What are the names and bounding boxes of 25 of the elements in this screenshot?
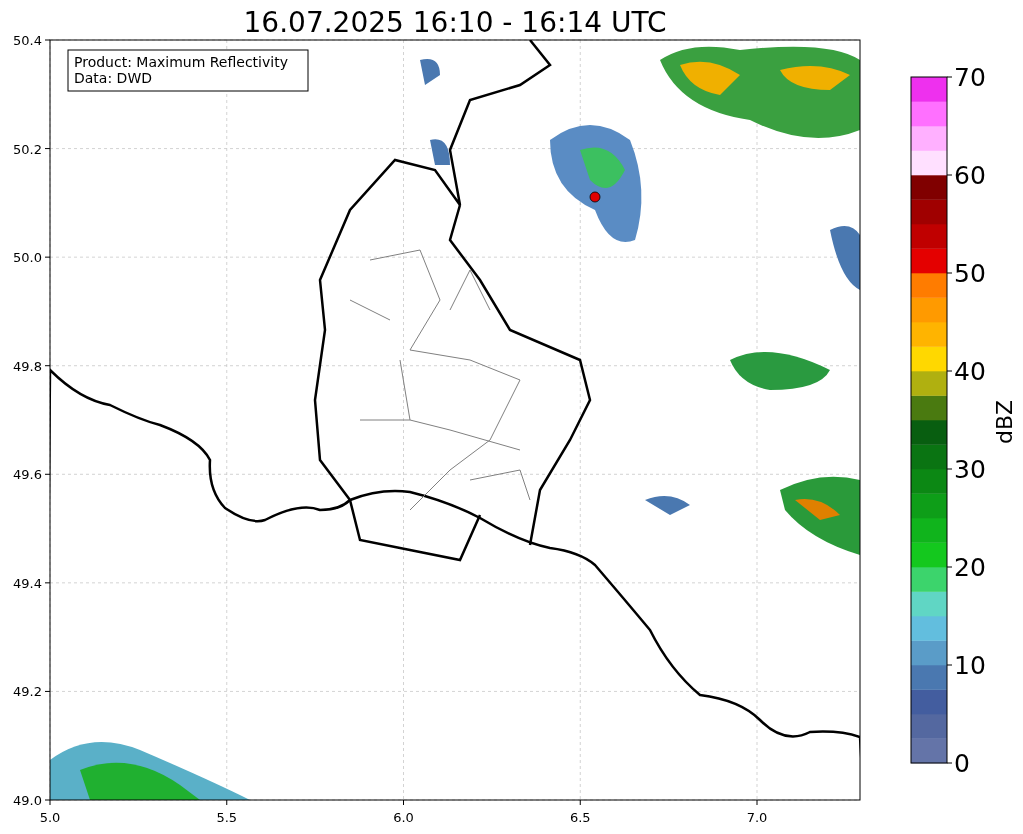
axis-tick-label: 49.2 — [13, 684, 42, 700]
colorbar-tick-label: 20 — [954, 553, 986, 582]
axis-tick-label: 50.0 — [13, 250, 42, 266]
axis-tick-label: 49.4 — [13, 575, 42, 591]
axis-tick-label: 50.4 — [13, 33, 42, 48]
colorbar-tick-label: 30 — [954, 455, 986, 484]
chart-title: 16.07.2025 16:10 - 16:14 UTC — [243, 6, 667, 39]
colorbar-tick-label: 50 — [954, 259, 986, 288]
axis-tick-label: 6.0 — [393, 810, 414, 825]
axis-tick-label: 5.5 — [216, 810, 238, 825]
colorbar-tick-label: 40 — [954, 357, 986, 386]
axis-tick-label: 7.0 — [746, 810, 768, 825]
legend-text: Data: DWD — [74, 70, 152, 86]
axis-tick-label: 6.5 — [569, 810, 591, 825]
colorbar-tick-label: 10 — [954, 651, 986, 680]
axis-tick-label: 50.2 — [13, 141, 42, 157]
colorbar-label: dBZ — [992, 399, 1017, 445]
axis-tick-label: 49.8 — [13, 358, 42, 374]
colorbar-tick-label: 60 — [954, 161, 986, 190]
axis-tick-label: 5.0 — [39, 810, 61, 825]
colorbar-tick-label: 0 — [954, 749, 970, 778]
axis-tick-label: 49.0 — [13, 793, 42, 808]
legend-text: Product: Maximum Reflectivity — [74, 54, 288, 70]
colorbar-tick-label: 70 — [954, 63, 986, 92]
axis-tick-label: 49.6 — [13, 467, 42, 483]
